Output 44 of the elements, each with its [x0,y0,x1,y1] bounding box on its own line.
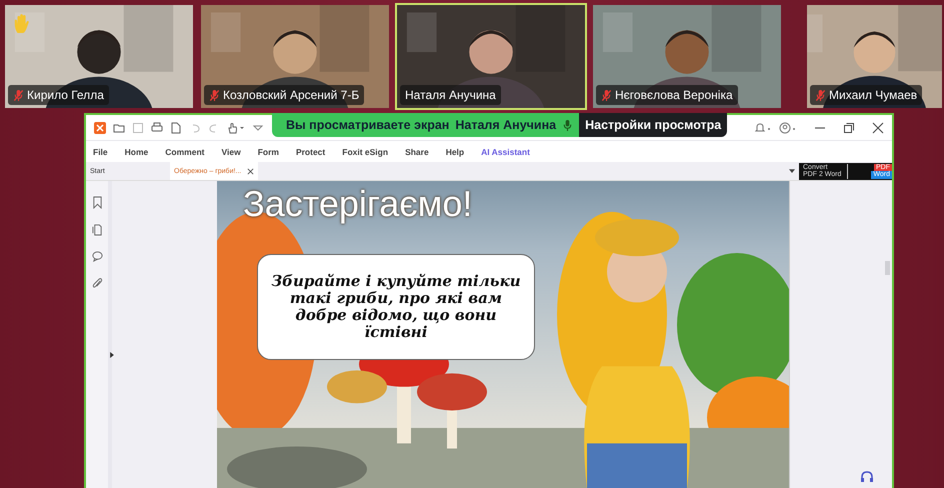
video-tile[interactable]: Нєговєлова Вероніка [591,3,783,110]
participant-name: Наталя Анучина [405,88,496,102]
view-settings-button[interactable]: Настройки просмотра [579,113,728,137]
caret-icon[interactable] [789,168,795,174]
menu-item[interactable]: Form [258,146,279,156]
folder-icon[interactable] [113,122,125,134]
menu-item[interactable]: Protect [296,146,326,156]
menu-item[interactable]: Help [446,146,464,156]
participant-name: Михаил Чумаев [829,88,918,102]
menu-item[interactable]: File [93,146,108,156]
slide-heading: Застерігаємо! [243,183,472,225]
pages-icon[interactable] [92,223,102,236]
account-icon[interactable] [779,122,797,134]
attachment-icon[interactable] [92,277,102,290]
presenter-name: Наталя Анучина [455,118,556,132]
video-tile[interactable]: Кирило Гелла [3,3,195,110]
scrollbar[interactable] [885,261,890,275]
menu-item[interactable]: Home [124,146,148,156]
bell-icon[interactable] [754,122,772,134]
menu-item[interactable]: View [221,146,241,156]
expand-arrow-icon[interactable] [110,352,114,358]
menu-item[interactable]: Share [405,146,429,156]
app-logo-icon [94,122,106,134]
print-icon[interactable] [151,122,163,134]
sharing-text: Вы просматриваете экран [286,118,450,132]
participant-name: Кирило Гелла [27,88,104,102]
close-icon[interactable] [247,168,254,174]
participant-name: Нєговєлова Вероніка [615,88,733,102]
mic-icon [562,118,574,132]
comment-icon[interactable] [92,250,102,263]
callout-text: Збирайте і купуйте тільки такі гриби, про які вам добре відомо, що вони їстівні [257,254,535,360]
menu-item[interactable]: Comment [165,146,204,156]
menu-item[interactable]: Foxit eSign [342,146,388,156]
participant-name: Козловский Арсений 7-Б [223,88,360,102]
document-icon[interactable] [170,122,182,134]
video-tile[interactable]: Козловский Арсений 7-Б [199,3,391,110]
bookmark-icon[interactable] [92,196,102,209]
video-tile[interactable]: Михаил Чумаев [805,3,944,110]
close-icon[interactable] [872,122,884,134]
video-tile[interactable]: Наталя Анучина [395,3,587,110]
hand-tool-icon[interactable] [227,122,245,134]
headset-icon[interactable] [860,471,874,485]
menu-item[interactable]: AI Assistant [481,146,530,156]
maximize-icon[interactable] [843,122,855,134]
